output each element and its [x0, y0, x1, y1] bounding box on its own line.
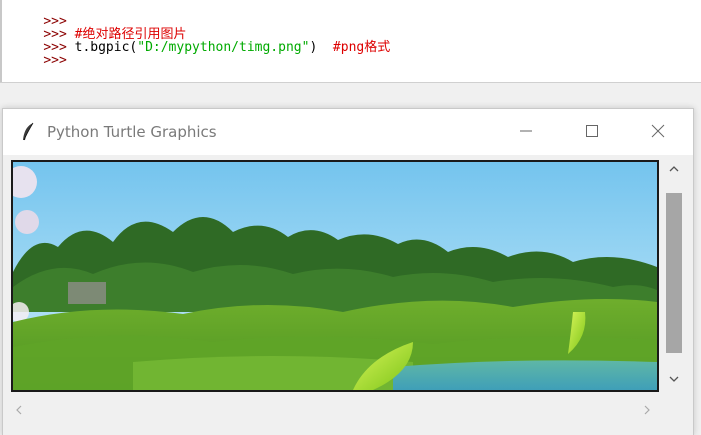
- chevron-right-icon[interactable]: [643, 405, 651, 415]
- feather-icon: [21, 122, 35, 142]
- shell-status-bar: [0, 82, 701, 108]
- turtle-canvas[interactable]: [11, 160, 659, 392]
- shell-prompt: >>>: [43, 53, 67, 68]
- maximize-button[interactable]: [569, 109, 615, 153]
- code-comment: #png格式: [332, 40, 391, 55]
- shell-output[interactable]: >>> >>> #绝对路径引用图片 >>> t.bgpic("D:/mypyth…: [0, 0, 701, 82]
- shell-line: >>>: [12, 2, 701, 28]
- code-call: t.bgpic(: [66, 40, 138, 55]
- window-title: Python Turtle Graphics: [47, 123, 217, 141]
- vertical-scroll-thumb[interactable]: [666, 193, 682, 353]
- horizontal-scrollbar[interactable]: [3, 399, 663, 421]
- title-bar[interactable]: Python Turtle Graphics: [3, 109, 693, 155]
- maximize-icon: [586, 125, 598, 137]
- minimize-button[interactable]: [503, 109, 549, 153]
- minimize-icon: [520, 130, 532, 132]
- chevron-left-icon[interactable]: [15, 405, 23, 415]
- code-string: "D:/mypython/timg.png": [137, 40, 310, 55]
- window-client-area: [3, 155, 693, 435]
- close-icon: [651, 124, 665, 138]
- chevron-up-icon[interactable]: [669, 165, 679, 173]
- background-image: [13, 162, 657, 390]
- close-button[interactable]: [635, 109, 681, 153]
- turtle-window: Python Turtle Graphics: [2, 108, 694, 435]
- code-call-close: ): [309, 40, 333, 55]
- shell-line: >>> #绝对路径引用图片: [12, 15, 701, 41]
- chevron-down-icon[interactable]: [669, 375, 679, 383]
- vertical-scrollbar[interactable]: [663, 155, 685, 395]
